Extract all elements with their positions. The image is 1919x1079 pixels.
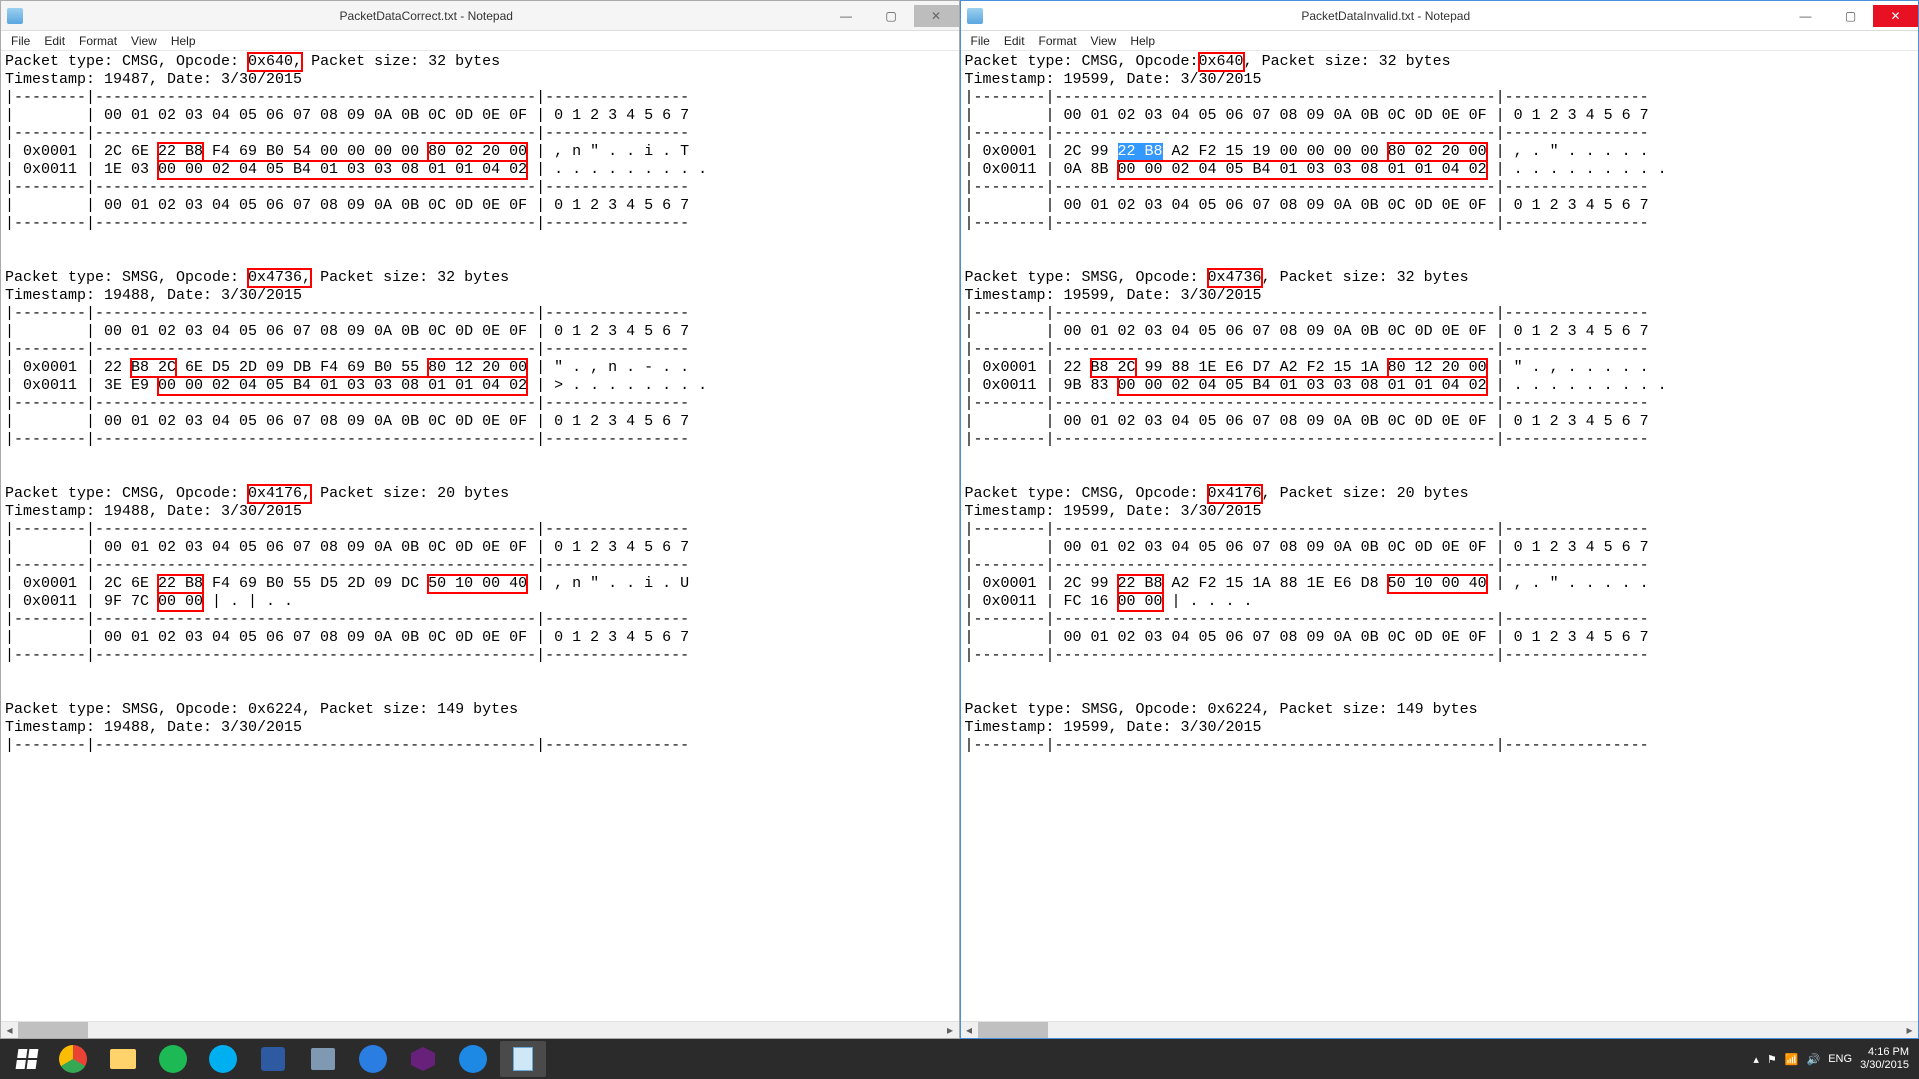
chrome-icon[interactable] <box>50 1041 96 1077</box>
tray-time: 4:16 PM <box>1860 1046 1909 1059</box>
taskbar-apps <box>50 1041 546 1077</box>
hex-icon[interactable] <box>350 1041 396 1077</box>
scroll-thumb[interactable] <box>18 1022 88 1038</box>
taskbar[interactable]: ▴ ⚑ 📶 🔊 ENG 4:16 PM 3/30/2015 <box>0 1039 1919 1079</box>
window-title-right: PacketDataInvalid.txt - Notepad <box>989 9 1784 23</box>
menubar-right: File Edit Format View Help <box>961 31 1919 51</box>
tray-date: 3/30/2015 <box>1860 1059 1909 1072</box>
scroll-thumb[interactable] <box>978 1022 1048 1038</box>
scroll-right-icon[interactable]: ▸ <box>1901 1022 1918 1039</box>
virtualbox-icon[interactable] <box>250 1041 296 1077</box>
minimize-button[interactable]: — <box>824 5 869 27</box>
close-button[interactable]: ✕ <box>1873 5 1918 27</box>
ie-icon[interactable] <box>450 1041 496 1077</box>
explorer-icon[interactable] <box>100 1041 146 1077</box>
scroll-left-icon[interactable]: ◂ <box>1 1022 18 1039</box>
tray-sound-icon[interactable]: 🔊 <box>1807 1053 1821 1066</box>
spotify-icon[interactable] <box>150 1041 196 1077</box>
windows-logo-icon <box>16 1049 39 1069</box>
notepad-icon <box>7 8 23 24</box>
start-button[interactable] <box>4 1041 50 1077</box>
menu-file[interactable]: File <box>965 32 996 50</box>
tray-clock[interactable]: 4:16 PM 3/30/2015 <box>1860 1046 1909 1072</box>
visualstudio-icon[interactable] <box>400 1041 446 1077</box>
menu-edit[interactable]: Edit <box>38 32 71 50</box>
scrollbar-h-left[interactable]: ◂ ▸ <box>1 1021 959 1038</box>
minimize-button[interactable]: — <box>1783 5 1828 27</box>
skype-icon[interactable] <box>200 1041 246 1077</box>
menu-help[interactable]: Help <box>165 32 202 50</box>
window-controls-left: — ▢ ✕ <box>824 5 959 27</box>
titlebar-right[interactable]: PacketDataInvalid.txt - Notepad — ▢ ✕ <box>961 1 1919 31</box>
scrollbar-h-right[interactable]: ◂ ▸ <box>961 1021 1919 1038</box>
menu-view[interactable]: View <box>1085 32 1123 50</box>
menu-view[interactable]: View <box>125 32 163 50</box>
menu-help[interactable]: Help <box>1124 32 1161 50</box>
scroll-left-icon[interactable]: ◂ <box>961 1022 978 1039</box>
text-content-right[interactable]: Packet type: CMSG, Opcode:0x640, Packet … <box>961 51 1919 1021</box>
tray-network-icon[interactable]: 📶 <box>1785 1053 1799 1066</box>
menu-file[interactable]: File <box>5 32 36 50</box>
notepad-window-left: PacketDataCorrect.txt - Notepad — ▢ ✕ Fi… <box>0 0 960 1039</box>
tray-lang[interactable]: ENG <box>1828 1053 1852 1065</box>
menu-format[interactable]: Format <box>73 32 123 50</box>
system-tray[interactable]: ▴ ⚑ 📶 🔊 ENG 4:16 PM 3/30/2015 <box>1753 1046 1915 1072</box>
maximize-button[interactable]: ▢ <box>869 5 914 27</box>
window-controls-right: — ▢ ✕ <box>1783 5 1918 27</box>
notepad-icon <box>967 8 983 24</box>
printer-icon[interactable] <box>300 1041 346 1077</box>
maximize-button[interactable]: ▢ <box>1828 5 1873 27</box>
tray-flag-icon[interactable]: ⚑ <box>1767 1053 1777 1066</box>
notepad-window-right: PacketDataInvalid.txt - Notepad — ▢ ✕ Fi… <box>960 0 1919 1039</box>
titlebar-left[interactable]: PacketDataCorrect.txt - Notepad — ▢ ✕ <box>1 1 959 31</box>
notepad-taskbar-icon[interactable] <box>500 1041 546 1077</box>
menubar-left: File Edit Format View Help <box>1 31 959 51</box>
tray-chevron-icon[interactable]: ▴ <box>1753 1053 1759 1066</box>
menu-format[interactable]: Format <box>1033 32 1083 50</box>
scroll-right-icon[interactable]: ▸ <box>942 1022 959 1039</box>
close-button[interactable]: ✕ <box>914 5 959 27</box>
window-title-left: PacketDataCorrect.txt - Notepad <box>29 9 824 23</box>
text-content-left[interactable]: Packet type: CMSG, Opcode: 0x640, Packet… <box>1 51 959 1021</box>
menu-edit[interactable]: Edit <box>998 32 1031 50</box>
